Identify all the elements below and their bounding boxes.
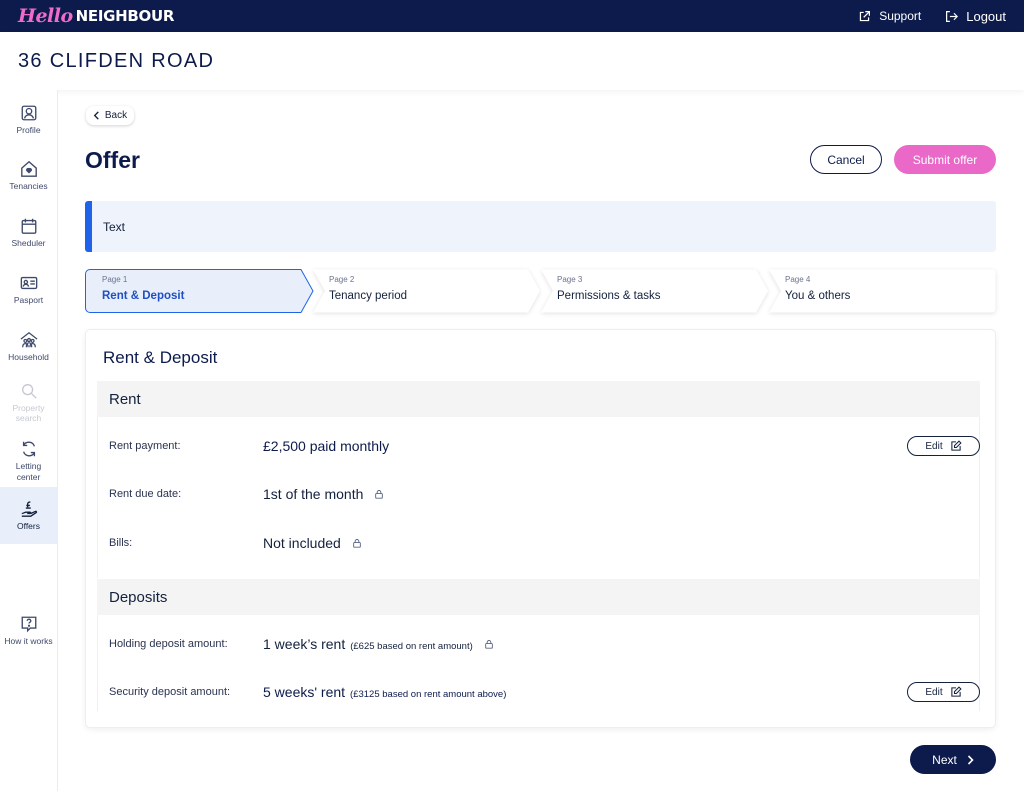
step-permissions-tasks[interactable]: Page 3 Permissions & tasks (540, 269, 769, 313)
holding-deposit-note: (£625 based on rent amount) (350, 641, 473, 652)
step-rent-deposit[interactable]: Page 1 Rent & Deposit (85, 269, 314, 313)
cancel-button[interactable]: Cancel (810, 145, 882, 174)
lock-icon (484, 640, 493, 649)
holding-deposit-value-wrap: 1 week’s rent (£625 based on rent amount… (263, 636, 494, 652)
logout-label: Logout (966, 8, 1006, 24)
sidebar-label-property-search: Property search (12, 403, 45, 423)
banner-text: Text (103, 219, 126, 234)
edit-icon (950, 686, 962, 697)
brand-logo[interactable]: Hello NEIGHBOUR (18, 5, 174, 27)
home-heart-icon (20, 160, 37, 177)
edit-label: Edit (925, 686, 943, 698)
holding-deposit-row: Holding deposit amount: 1 week’s rent (£… (97, 634, 980, 654)
calendar-icon (21, 218, 36, 234)
stepper: Page 1 Rent & Deposit Page 2 Tenancy per… (85, 269, 996, 313)
back-label: Back (104, 110, 128, 121)
next-button[interactable]: Next (910, 745, 996, 774)
rent-payment-row: Rent payment: £2,500 paid monthly Edit (97, 436, 980, 456)
support-label: Support (879, 9, 922, 23)
sidebar-label-passport: Pasport (13, 295, 44, 305)
edit-label: Edit (925, 440, 943, 452)
logout-icon (946, 10, 959, 22)
sidebar-label-letting-center: Letting center (15, 461, 42, 482)
info-banner: Text (85, 201, 996, 252)
holding-deposit-value: 1 week’s rent (263, 636, 346, 652)
rent-due-row: Rent due date: 1st of the month (97, 484, 980, 504)
bills-value-wrap: Not included (263, 535, 362, 551)
refresh-icon (22, 441, 35, 457)
security-deposit-note: (£3125 based on rent amount above) (350, 689, 507, 700)
sidebar-item-tenancies[interactable]: Tenancies (0, 160, 57, 191)
sidebar-item-scheduler[interactable]: Sheduler (0, 217, 57, 248)
next-label: Next (932, 752, 957, 767)
deposits-section-header: Deposits (97, 579, 980, 615)
step-you-others[interactable]: Page 4 You & others (768, 269, 996, 313)
top-bar: Hello NEIGHBOUR Support Logout (0, 0, 1024, 32)
sidebar-label-scheduler: Sheduler (11, 238, 46, 248)
external-link-icon (860, 10, 871, 21)
sidebar-item-letting-center[interactable]: Letting center (0, 440, 57, 483)
edit-rent-button[interactable]: Edit (907, 436, 980, 456)
sidebar-label-offers: Offers (17, 521, 40, 531)
bills-row: Bills: Not included (97, 533, 980, 553)
back-button[interactable]: Back (86, 106, 134, 125)
holding-deposit-label: Holding deposit amount: (109, 638, 228, 650)
security-deposit-row: Security deposit amount: 5 weeks' rent (… (97, 682, 980, 702)
pound-hand-icon (21, 501, 37, 517)
rent-payment-label: Rent payment: (109, 440, 181, 452)
edit-deposit-button[interactable]: Edit (907, 682, 980, 702)
step-page-number: Page 4 (785, 275, 811, 284)
bills-label: Bills: (109, 537, 133, 549)
rent-payment-value: £2,500 paid monthly (263, 438, 390, 454)
rent-due-value-wrap: 1st of the month (263, 486, 384, 502)
rent-due-label: Rent due date: (109, 488, 182, 500)
sidebar-item-profile[interactable]: Profile (0, 104, 57, 135)
rent-due-value: 1st of the month (263, 486, 364, 502)
sidebar-label-tenancies: Tenancies (9, 181, 48, 191)
sidebar: Profile Tenancies Sheduler Pasport House… (0, 90, 58, 791)
rent-section-header: Rent (97, 381, 980, 417)
step-label: You & others (785, 290, 851, 302)
sidebar-item-household[interactable]: Household (0, 331, 57, 362)
logo-hello: Hello (18, 5, 73, 27)
lock-icon (375, 490, 384, 499)
step-page-number: Page 2 (329, 275, 355, 284)
main-content: Back Offer Cancel Submit offer Text Page… (58, 90, 1024, 791)
card-title: Rent & Deposit (103, 348, 218, 367)
logout-link[interactable]: Logout (945, 9, 1006, 24)
help-icon (21, 616, 36, 633)
chevron-left-icon (93, 111, 99, 120)
support-link[interactable]: Support (858, 9, 921, 23)
security-deposit-label: Security deposit amount: (109, 686, 231, 698)
page-title: Offer (85, 147, 140, 173)
chevron-right-icon (967, 754, 974, 765)
step-label: Tenancy period (329, 290, 407, 302)
sidebar-item-offers[interactable]: Offers (0, 487, 57, 544)
sidebar-label-profile: Profile (16, 125, 41, 135)
sidebar-label-household: Household (8, 352, 49, 362)
page-header: 36 CLIFDEN ROAD (0, 32, 1024, 90)
household-icon (20, 332, 37, 348)
step-label: Permissions & tasks (557, 290, 661, 302)
logo-neighbour: NEIGHBOUR (75, 7, 175, 25)
sidebar-item-passport[interactable]: Pasport (0, 274, 57, 305)
security-deposit-value: 5 weeks' rent (263, 684, 346, 700)
step-page-number: Page 1 (102, 275, 128, 284)
rent-deposit-card: Rent & Deposit Rent Rent payment: £2,500… (85, 329, 996, 728)
lock-icon (353, 539, 361, 548)
sidebar-item-how-it-works[interactable]: How it works (0, 615, 57, 646)
search-icon (21, 384, 37, 399)
step-label: Rent & Deposit (102, 290, 185, 302)
id-card-icon (20, 276, 37, 290)
submit-offer-button[interactable]: Submit offer (894, 145, 996, 174)
profile-icon (21, 105, 36, 121)
step-page-number: Page 3 (557, 275, 583, 284)
step-tenancy-period[interactable]: Page 2 Tenancy period (312, 269, 541, 313)
security-deposit-value-wrap: 5 weeks' rent (£3125 based on rent amoun… (263, 684, 506, 700)
property-title: 36 CLIFDEN ROAD (18, 49, 215, 72)
bills-value: Not included (263, 535, 341, 551)
sidebar-label-how-it-works: How it works (4, 636, 53, 646)
edit-icon (950, 440, 962, 451)
sidebar-item-property-search: Property search (0, 382, 57, 423)
